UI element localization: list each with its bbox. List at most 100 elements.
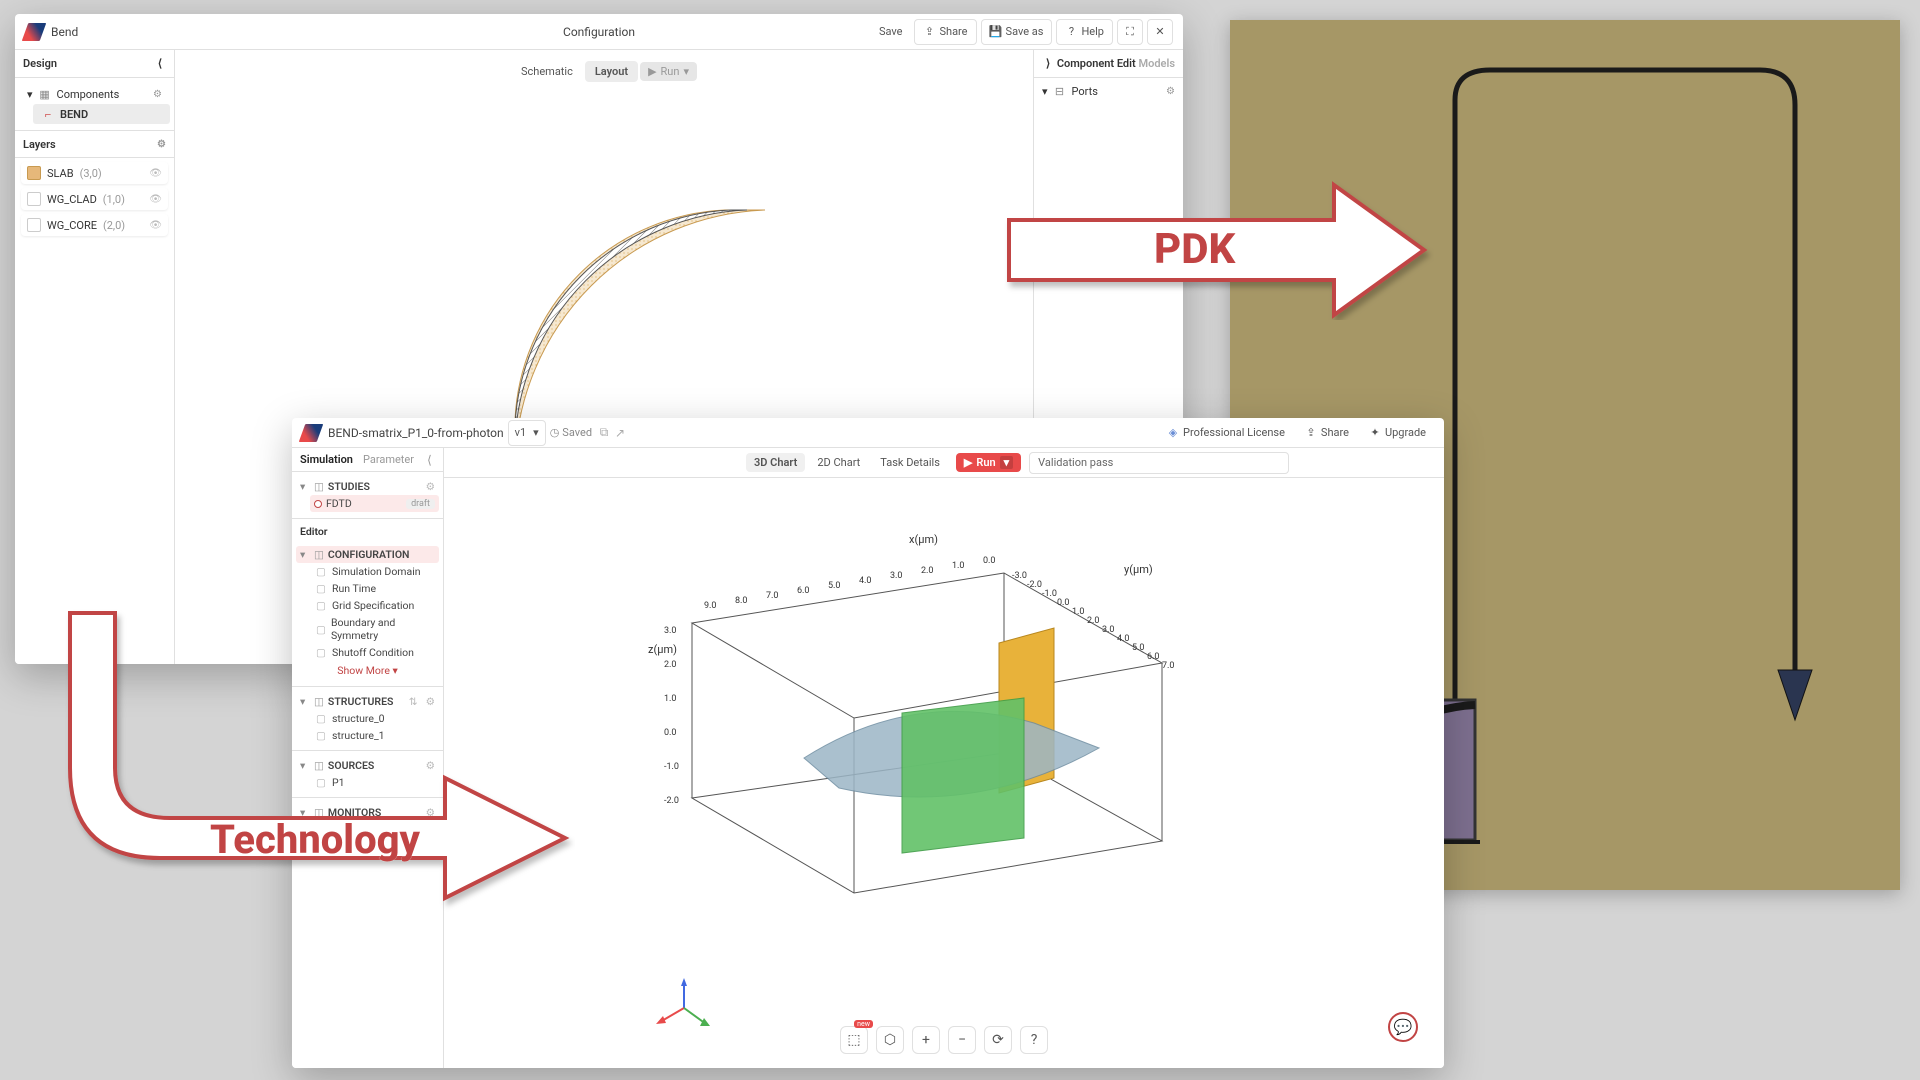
collapse-panel-icon[interactable]: ⟩ bbox=[1042, 58, 1054, 70]
chevron-down-icon: ▾ bbox=[300, 548, 310, 561]
axes-gizmo[interactable] bbox=[654, 978, 714, 1038]
item-icon: ▢ bbox=[316, 582, 328, 595]
tab-3d-chart[interactable]: 3D Chart bbox=[746, 453, 805, 472]
version-picker[interactable]: v1▾ bbox=[508, 420, 546, 446]
chevron-down-icon[interactable]: ▾ bbox=[1000, 456, 1014, 469]
run-button[interactable]: ▶ Run ▾ bbox=[956, 453, 1021, 472]
layer-row[interactable]: WG_CORE (2,0) 👁 bbox=[21, 214, 168, 236]
gear-icon[interactable]: ⚙ bbox=[426, 480, 435, 493]
tab-parameter[interactable]: Parameter bbox=[363, 453, 414, 466]
tab-2d-chart[interactable]: 2D Chart bbox=[809, 453, 868, 472]
save-status: ◷ Saved bbox=[550, 426, 592, 439]
scene-3d: x(µm) y(µm) z(µm) 9.08.07.06.05.04.03.02… bbox=[604, 488, 1244, 908]
status-dot-icon bbox=[314, 500, 322, 508]
studies-icon: ◫ bbox=[314, 480, 324, 493]
layer-tag: (2,0) bbox=[103, 219, 125, 232]
axis-tick: 3.0 bbox=[1102, 625, 1115, 635]
svg-text:x(µm): x(µm) bbox=[909, 533, 938, 546]
layers-header: Layers ⚙ bbox=[15, 130, 174, 158]
viewport-help-button[interactable]: ? bbox=[1020, 1026, 1048, 1054]
fullscreen-button[interactable]: ⛶ bbox=[1117, 19, 1143, 45]
component-bend[interactable]: ⌐ BEND bbox=[33, 104, 170, 124]
tree-item[interactable]: ▢ Simulation Domain bbox=[312, 563, 439, 580]
layer-swatch-icon bbox=[27, 218, 41, 232]
share-button[interactable]: ⇪ Share bbox=[1297, 420, 1357, 446]
play-icon: ▶ bbox=[648, 65, 656, 78]
collapse-panel-icon[interactable]: ⟨ bbox=[424, 454, 435, 466]
header-center-label: Configuration bbox=[563, 25, 635, 39]
zoom-in-button[interactable]: + bbox=[912, 1026, 940, 1054]
design-panel-header: Design ⟨ bbox=[15, 50, 174, 78]
share-icon: ⇪ bbox=[1305, 427, 1317, 439]
components-node[interactable]: ▾ ▦ Components ⚙ bbox=[19, 84, 170, 104]
study-fdtd[interactable]: FDTD draft bbox=[310, 495, 439, 512]
svg-text:y(µm): y(µm) bbox=[1124, 563, 1153, 576]
plus-icon: + bbox=[922, 1032, 930, 1048]
tab-task-details[interactable]: Task Details bbox=[872, 453, 948, 472]
copy-icon[interactable]: ⧉ bbox=[598, 427, 610, 439]
cube-icon: ⬡ bbox=[884, 1032, 896, 1048]
tree-item[interactable]: ▢ Run Time bbox=[312, 580, 439, 597]
viewport-toolbar: 3D Chart 2D Chart Task Details ▶ Run ▾ V… bbox=[444, 448, 1444, 478]
viewport-3d[interactable]: x(µm) y(µm) z(µm) 9.08.07.06.05.04.03.02… bbox=[444, 478, 1444, 1068]
refresh-icon: ⟳ bbox=[992, 1032, 1004, 1048]
feedback-button[interactable]: 💬 bbox=[1388, 1012, 1418, 1042]
item-label: Run Time bbox=[332, 582, 376, 595]
component-edit-tab[interactable]: Component Edit bbox=[1057, 57, 1136, 70]
components-icon: ▦ bbox=[38, 87, 52, 101]
viewport-controls: ⬚ new ⬡ + − ⟳ ? bbox=[840, 1026, 1048, 1054]
collapse-panel-icon[interactable]: ⟨ bbox=[154, 58, 166, 70]
license-badge[interactable]: ◈ Professional License bbox=[1159, 420, 1293, 446]
upgrade-button[interactable]: ✦ Upgrade bbox=[1361, 420, 1434, 446]
gear-icon[interactable]: ⚙ bbox=[1166, 86, 1175, 97]
axis-tick: -2.0 bbox=[664, 796, 679, 806]
tab-layout[interactable]: Layout bbox=[585, 61, 638, 82]
external-link-icon[interactable]: ↗ bbox=[614, 427, 626, 439]
gear-icon[interactable]: ⚙ bbox=[153, 89, 162, 100]
badge-icon: ◈ bbox=[1167, 427, 1179, 439]
perspective-button[interactable]: ⬡ bbox=[876, 1026, 904, 1054]
studies-node[interactable]: ▾ ◫ STUDIES ⚙ bbox=[296, 478, 439, 495]
file-title: Bend bbox=[51, 25, 78, 39]
svg-text:z(µm): z(µm) bbox=[648, 643, 677, 656]
reset-view-button[interactable]: ⟳ bbox=[984, 1026, 1012, 1054]
layer-row[interactable]: SLAB (3,0) 👁 bbox=[21, 162, 168, 184]
models-tab[interactable]: Models bbox=[1139, 57, 1175, 70]
ports-node[interactable]: ▾ ⊟ Ports ⚙ bbox=[1034, 78, 1183, 104]
layer-name: SLAB bbox=[47, 167, 74, 180]
validation-status[interactable]: Validation pass bbox=[1029, 452, 1289, 474]
axis-tick: -3.0 bbox=[1012, 571, 1027, 581]
item-label: Simulation Domain bbox=[332, 565, 421, 578]
layer-row[interactable]: WG_CLAD (1,0) 👁 bbox=[21, 188, 168, 210]
gear-icon[interactable]: ⚙ bbox=[157, 139, 166, 150]
help-button[interactable]: ? Help bbox=[1056, 19, 1113, 45]
close-button[interactable]: ✕ bbox=[1147, 19, 1173, 45]
axis-tick: 8.0 bbox=[735, 596, 748, 606]
tab-simulation[interactable]: Simulation bbox=[300, 453, 353, 466]
editor-label: Editor bbox=[292, 519, 443, 540]
axis-tick: 4.0 bbox=[1117, 634, 1130, 644]
draft-badge: draft bbox=[406, 499, 435, 509]
pdk-callout: PDK bbox=[1004, 180, 1434, 323]
eye-icon[interactable]: 👁 bbox=[149, 220, 162, 231]
axis-tick: 1.0 bbox=[664, 694, 677, 704]
chevron-down-icon: ▾ bbox=[27, 88, 33, 101]
eye-icon[interactable]: 👁 bbox=[149, 194, 162, 205]
sparkle-icon: ✦ bbox=[1369, 427, 1381, 439]
layer-tag: (1,0) bbox=[103, 193, 125, 206]
run-dropdown[interactable]: ▶ Run ▾ bbox=[640, 62, 697, 81]
magic-view-button[interactable]: ⬚ new bbox=[840, 1026, 868, 1054]
axis-tick: 3.0 bbox=[664, 626, 677, 636]
axis-tick: 9.0 bbox=[704, 601, 717, 611]
share-button[interactable]: ⇪ Share bbox=[914, 19, 976, 45]
layer-swatch-icon bbox=[27, 192, 41, 206]
axis-tick: -2.0 bbox=[1027, 580, 1042, 590]
save-button[interactable]: Save bbox=[871, 19, 911, 45]
axis-tick: 0.0 bbox=[664, 728, 677, 738]
zoom-out-button[interactable]: − bbox=[948, 1026, 976, 1054]
right-panel-header: ⟩ Component Edit Models bbox=[1034, 50, 1183, 78]
tab-schematic[interactable]: Schematic bbox=[511, 61, 583, 82]
eye-icon[interactable]: 👁 bbox=[149, 168, 162, 179]
configuration-node[interactable]: ▾ ◫ CONFIGURATION bbox=[296, 546, 439, 563]
save-as-button[interactable]: 💾 Save as bbox=[981, 19, 1053, 45]
